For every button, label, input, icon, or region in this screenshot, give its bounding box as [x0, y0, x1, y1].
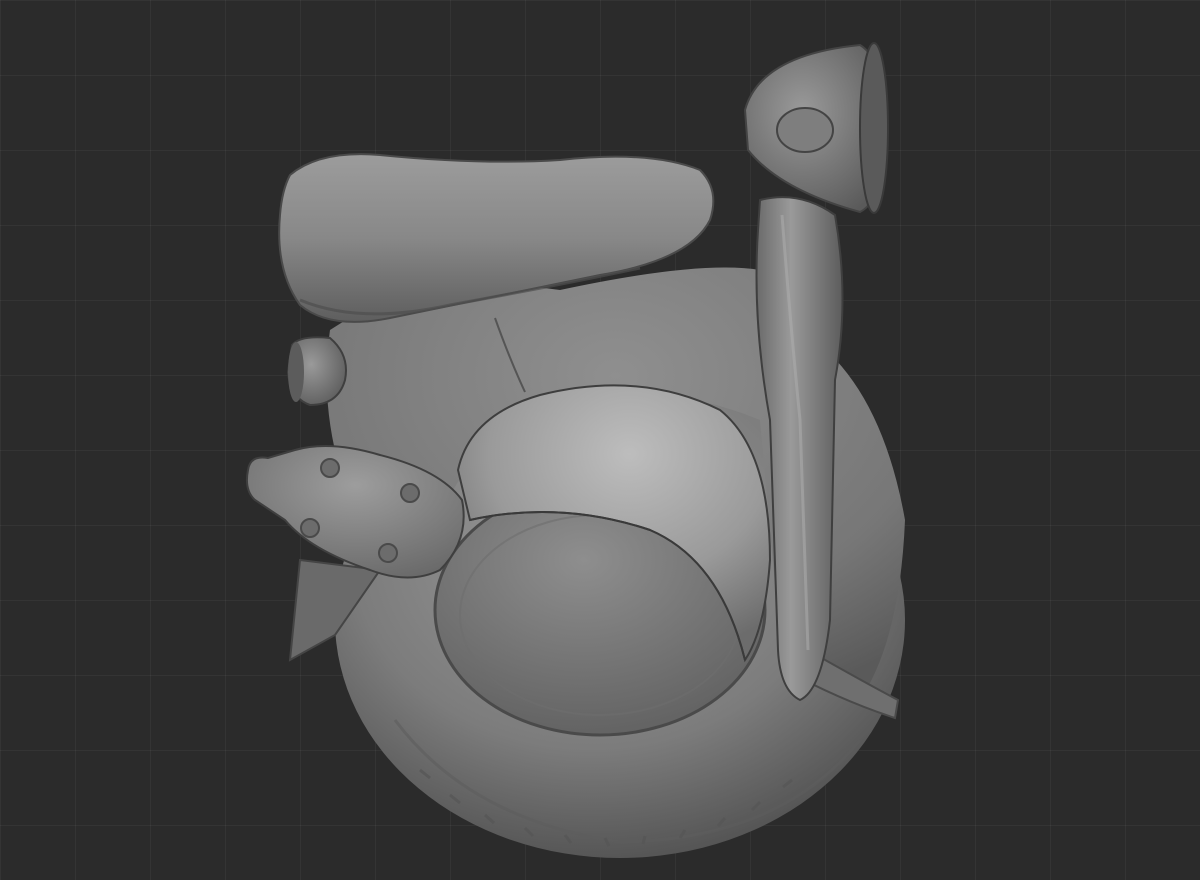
sculpt-viewport[interactable] — [0, 0, 1200, 880]
unicycle-sculpt-model[interactable] — [0, 0, 1200, 880]
headlight[interactable] — [743, 42, 890, 214]
tail-light[interactable] — [286, 336, 347, 407]
